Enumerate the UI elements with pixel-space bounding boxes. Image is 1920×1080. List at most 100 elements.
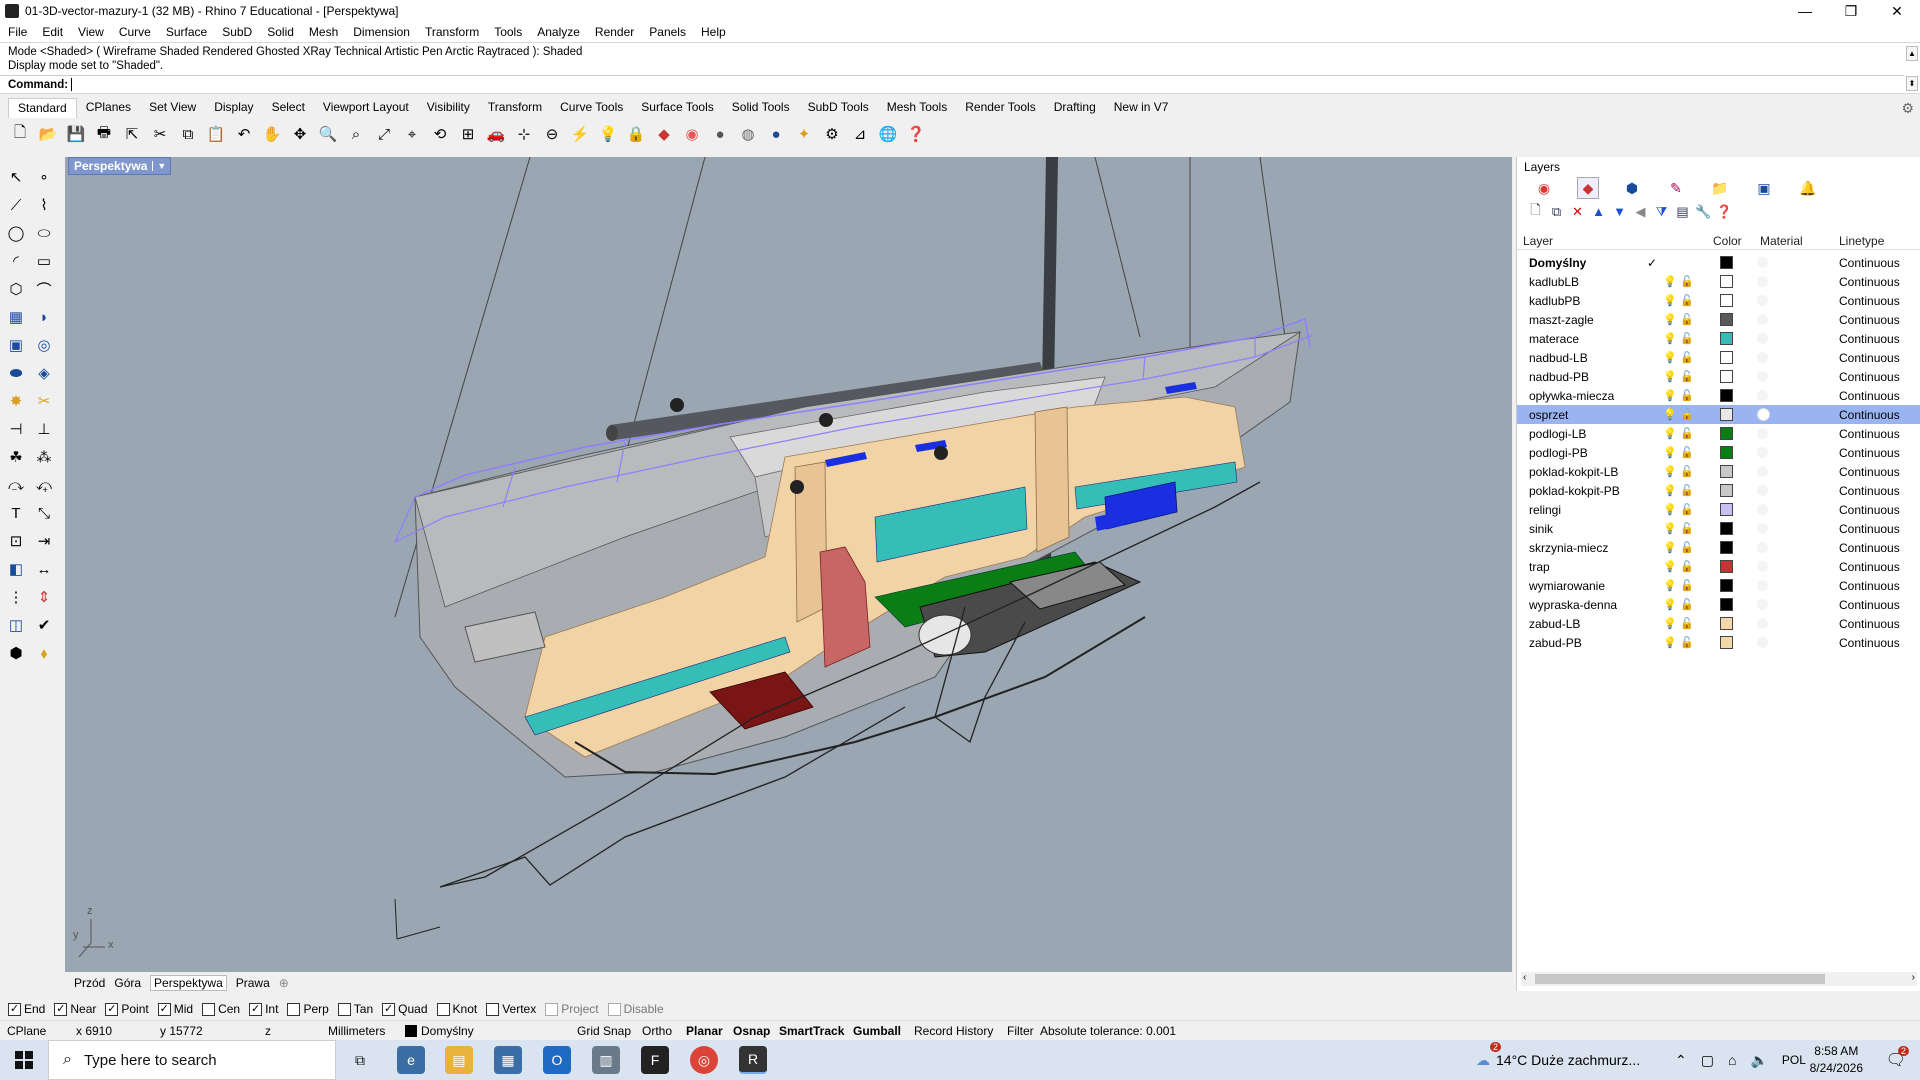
check-icon[interactable]: ✔ (32, 613, 56, 637)
osnap-cen-checkbox[interactable] (202, 1002, 216, 1016)
taskbar-clock[interactable]: 8:58 AM 8/24/2026 (1810, 1043, 1863, 1077)
tab-new-in-v7[interactable]: New in V7 (1105, 98, 1178, 118)
status-units[interactable]: Millimeters (328, 1024, 385, 1038)
materials-tab-brush-icon[interactable]: ✎ (1665, 177, 1687, 199)
layer-lock-icon[interactable]: 🔓 (1680, 389, 1694, 402)
open-folder-icon[interactable]: 📂 (36, 122, 60, 146)
options-gear-icon[interactable]: ⚙ (820, 122, 844, 146)
layer-visibility-lightbulb-icon[interactable]: 💡 (1663, 617, 1677, 630)
osnap-end[interactable]: ✓ End (8, 1002, 45, 1016)
store-icon[interactable]: ▦ (494, 1046, 522, 1074)
layer-material-icon[interactable] (1757, 447, 1768, 458)
layer-visibility-lightbulb-icon[interactable]: 💡 (1663, 579, 1677, 592)
start-windows-icon[interactable] (0, 1040, 48, 1080)
column-material[interactable]: Material (1760, 234, 1803, 248)
tab-mesh-tools[interactable]: Mesh Tools (878, 98, 956, 118)
layer-name[interactable]: wypraska-denna (1529, 598, 1617, 612)
layers-tab-icon[interactable]: ◆ (1577, 177, 1599, 199)
menu-subd[interactable]: SubD (222, 25, 252, 39)
pan-hand-icon[interactable]: ✋ (260, 122, 284, 146)
menu-view[interactable]: View (78, 25, 104, 39)
layer-name[interactable]: kadlubPB (1529, 294, 1580, 308)
layer-lock-icon[interactable]: 🔓 (1680, 313, 1694, 326)
layer-lock-icon[interactable]: 🔓 (1680, 579, 1694, 592)
layer-color-swatch[interactable] (1720, 389, 1733, 402)
tab-subd-tools[interactable]: SubD Tools (799, 98, 878, 118)
display-tab-icon[interactable]: ▣ (1753, 177, 1775, 199)
layer-name[interactable]: trap (1529, 560, 1550, 574)
layer-name[interactable]: maszt-zagle (1529, 313, 1594, 327)
layer-color-swatch[interactable] (1720, 332, 1733, 345)
tab-solid-tools[interactable]: Solid Tools (723, 98, 799, 118)
osnap-mid-checkbox[interactable]: ✓ (157, 1002, 171, 1016)
layer-color-icon[interactable]: ◆ (652, 122, 676, 146)
transform-icon[interactable]: ⇕ (32, 585, 56, 609)
layer-material-icon[interactable] (1757, 599, 1768, 610)
osnap-perp[interactable]: Perp (287, 1002, 329, 1016)
status-gumball[interactable]: Gumball (853, 1024, 901, 1038)
close-button[interactable]: ✕ (1874, 0, 1920, 22)
osnap-cen[interactable]: Cen (202, 1002, 240, 1016)
cplane-icon[interactable]: ⊖ (540, 122, 564, 146)
tray-language[interactable]: POL (1782, 1053, 1806, 1067)
curve-icon[interactable]: ⌇ (32, 193, 56, 217)
layer-color-swatch[interactable] (1720, 351, 1733, 364)
layer-linetype[interactable]: Continuous (1839, 313, 1900, 327)
rendered-sphere-icon[interactable]: ◍ (736, 122, 760, 146)
tools-wrench-icon[interactable]: 🔧 (1695, 203, 1712, 220)
tray-chevron-up-icon[interactable]: ⌃ (1675, 1052, 1687, 1069)
layer-row[interactable]: poklad-kokpit-PB 💡 🔓 Continuous (1517, 481, 1920, 500)
layer-material-icon[interactable] (1757, 314, 1768, 325)
layer-material-icon[interactable] (1757, 580, 1768, 591)
layer-color-swatch[interactable] (1720, 275, 1733, 288)
layer-lock-icon[interactable]: 🔓 (1680, 522, 1694, 535)
layer-linetype[interactable]: Continuous (1839, 408, 1900, 422)
layer-visibility-lightbulb-icon[interactable]: 💡 (1663, 389, 1677, 402)
layer-color-swatch[interactable] (1720, 294, 1733, 307)
boolean-icon[interactable]: ◎ (32, 333, 56, 357)
status-osnap[interactable]: Osnap (733, 1024, 770, 1038)
layer-row[interactable]: nadbud-LB 💡 🔓 Continuous (1517, 348, 1920, 367)
osnap-near-checkbox[interactable]: ✓ (54, 1002, 68, 1016)
render-tool-icon[interactable]: ⬢ (4, 641, 28, 665)
layer-material-icon[interactable] (1757, 637, 1768, 648)
lock-icon[interactable]: 🔒 (624, 122, 648, 146)
libraries-tab-folder-icon[interactable]: 📁 (1709, 177, 1731, 199)
layer-linetype[interactable]: Continuous (1839, 427, 1900, 441)
layer-linetype[interactable]: Continuous (1839, 332, 1900, 346)
four-viewports-icon[interactable]: ⊞ (456, 122, 480, 146)
rectangle-icon[interactable]: ▭ (32, 249, 56, 273)
menu-panels[interactable]: Panels (649, 25, 686, 39)
figma-icon[interactable]: F (641, 1046, 669, 1074)
menu-file[interactable]: File (8, 25, 27, 39)
move-up-icon[interactable]: ▲ (1590, 203, 1607, 220)
notifications-tab-bell-icon[interactable]: 🔔 (1797, 177, 1819, 199)
circle-icon[interactable]: ◯ (4, 221, 28, 245)
layer-color-swatch[interactable] (1720, 484, 1733, 497)
layer-row[interactable]: sinik 💡 🔓 Continuous (1517, 519, 1920, 538)
layer-visibility-lightbulb-icon[interactable]: 💡 (1663, 446, 1677, 459)
layer-row[interactable]: maszt-zagle 💡 🔓 Continuous (1517, 310, 1920, 329)
color-wheel-icon[interactable]: ◉ (680, 122, 704, 146)
layer-material-icon[interactable] (1757, 428, 1768, 439)
osnap-end-checkbox[interactable]: ✓ (8, 1002, 21, 1016)
tab-visibility[interactable]: Visibility (418, 98, 479, 118)
grid-array-icon[interactable]: ⋮ (4, 585, 28, 609)
tray-meet-icon[interactable]: ▢ (1701, 1052, 1714, 1069)
layer-material-icon[interactable] (1757, 276, 1768, 287)
layer-visibility-lightbulb-icon[interactable]: 💡 (1663, 560, 1677, 573)
column-linetype[interactable]: Linetype (1839, 234, 1884, 248)
tab-set-view[interactable]: Set View (140, 98, 205, 118)
layer-name[interactable]: kadlubLB (1529, 275, 1579, 289)
layer-row[interactable]: opływka-miecza 💡 🔓 Continuous (1517, 386, 1920, 405)
tab-surface-tools[interactable]: Surface Tools (632, 98, 723, 118)
menu-edit[interactable]: Edit (42, 25, 63, 39)
layer-row[interactable]: nadbud-PB 💡 🔓 Continuous (1517, 367, 1920, 386)
lightbulb-icon[interactable]: 💡 (596, 122, 620, 146)
print-icon[interactable]: 🖶 (92, 122, 116, 146)
layer-linetype[interactable]: Continuous (1839, 275, 1900, 289)
status-layer[interactable]: Domyślny (405, 1024, 474, 1038)
explode-icon[interactable]: ✸ (4, 389, 28, 413)
outlook-icon[interactable]: O (543, 1046, 571, 1074)
zoom-selected-icon[interactable]: ⌖ (400, 122, 424, 146)
